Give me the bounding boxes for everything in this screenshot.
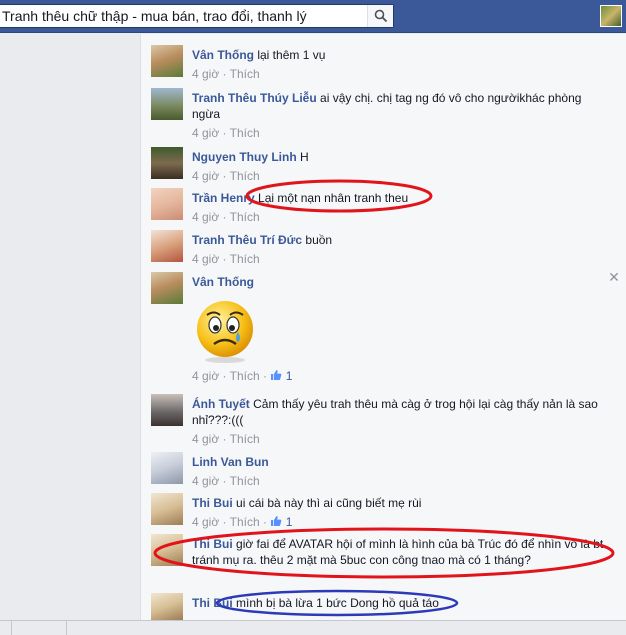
like-link[interactable]: Thích [230, 210, 260, 224]
comment-meta: 4 giờ · Thích [192, 252, 260, 266]
avatar[interactable] [151, 230, 183, 262]
commenter-name[interactable]: Tranh Thêu Thúy Liễu [192, 91, 317, 105]
comment-meta: 4 giờ · Thích · 1 [192, 515, 293, 529]
comment-time[interactable]: 4 giờ [192, 67, 219, 81]
comment-text: Cảm thấy yêu trah thêu mà càg ở trog hội… [192, 397, 598, 427]
search-icon [374, 9, 387, 23]
avatar[interactable] [151, 88, 183, 120]
like-link[interactable]: Thích [230, 126, 260, 140]
search-button[interactable] [367, 5, 393, 27]
comment-text: mình bị bà lừa 1 bức Dong hồ quả táo [236, 596, 439, 610]
bottom-bar-segment [0, 621, 12, 635]
avatar[interactable] [151, 272, 183, 304]
comment-text: Lại một nạn nhân tranh theu [258, 191, 409, 205]
commenter-name[interactable]: Vân Thống [192, 48, 254, 62]
comment-meta: 4 giờ · Thích · 1 [192, 369, 293, 383]
commenter-name[interactable]: Tranh Thêu Trí Đức [192, 233, 302, 247]
commenter-name[interactable]: Ánh Tuyết [192, 397, 250, 411]
thumbs-up-icon [271, 370, 282, 380]
bottom-bar [0, 620, 626, 635]
avatar[interactable] [151, 534, 183, 566]
comment-meta: 4 giờ · Thích [192, 210, 260, 224]
avatar[interactable] [151, 147, 183, 179]
close-icon[interactable]: ✕ [608, 270, 620, 284]
like-link[interactable]: Thích [230, 369, 260, 383]
comment-text: giờ fai để AVATAR hội of mình là hình củ… [192, 537, 604, 567]
comment-text: H [300, 150, 309, 164]
commenter-name[interactable]: Thi Bui [192, 596, 233, 610]
comment-meta: 4 giờ · Thích [192, 474, 260, 488]
comment-meta: 4 giờ · Thích [192, 432, 260, 446]
like-link[interactable]: Thích [230, 252, 260, 266]
comment-time[interactable]: 4 giờ [192, 432, 219, 446]
like-link[interactable]: Thích [230, 432, 260, 446]
sad-face-sticker [194, 298, 256, 364]
commenter-name[interactable]: Thi Bui [192, 496, 233, 510]
comment-meta: 4 giờ · Thích [192, 169, 260, 183]
like-link[interactable]: Thích [230, 169, 260, 183]
top-bar [0, 0, 626, 33]
like-link[interactable]: Thích [230, 474, 260, 488]
like-link[interactable]: Thích [230, 515, 260, 529]
avatar[interactable] [151, 45, 183, 77]
comment-time[interactable]: 4 giờ [192, 474, 219, 488]
commenter-name[interactable]: Nguyen Thuy Linh [192, 150, 297, 164]
avatar[interactable] [151, 188, 183, 220]
commenter-name[interactable]: Vân Thống [192, 275, 254, 289]
avatar[interactable] [151, 452, 183, 484]
comment-time[interactable]: 4 giờ [192, 169, 219, 183]
comment-text: ui cái bà này thì ai cũng biết mẹ rùi [236, 496, 422, 510]
comment-time[interactable]: 4 giờ [192, 252, 219, 266]
avatar[interactable] [151, 493, 183, 525]
search-box[interactable] [0, 4, 394, 28]
like-count[interactable]: 1 [286, 369, 293, 383]
profile-avatar[interactable] [600, 5, 622, 27]
thumbs-up-icon [271, 516, 282, 526]
search-input[interactable] [0, 5, 366, 27]
comment-time[interactable]: 4 giờ [192, 210, 219, 224]
comment-text: buồn [305, 233, 333, 247]
bottom-bar-segment [66, 621, 78, 635]
comment-time[interactable]: 4 giờ [192, 126, 219, 140]
avatar[interactable] [151, 593, 183, 620]
commenter-name[interactable]: Linh Van Bun [192, 455, 269, 469]
commenter-name[interactable]: Thi Bui [192, 537, 233, 551]
comments-feed: Vân Thống lại thêm 1 vụ 4 giờ · Thích Tr… [140, 34, 626, 620]
comment-meta: 4 giờ · Thích [192, 126, 260, 140]
comment-meta: 4 giờ · Thích [192, 67, 260, 81]
avatar[interactable] [151, 394, 183, 426]
comment-time[interactable]: 4 giờ [192, 369, 219, 383]
comment-time[interactable]: 4 giờ [192, 515, 219, 529]
like-count[interactable]: 1 [286, 515, 293, 529]
like-link[interactable]: Thích [230, 67, 260, 81]
comment-text: lại thêm 1 vụ [257, 48, 326, 62]
commenter-name[interactable]: Trần Henry [192, 191, 255, 205]
left-gutter [0, 34, 140, 620]
